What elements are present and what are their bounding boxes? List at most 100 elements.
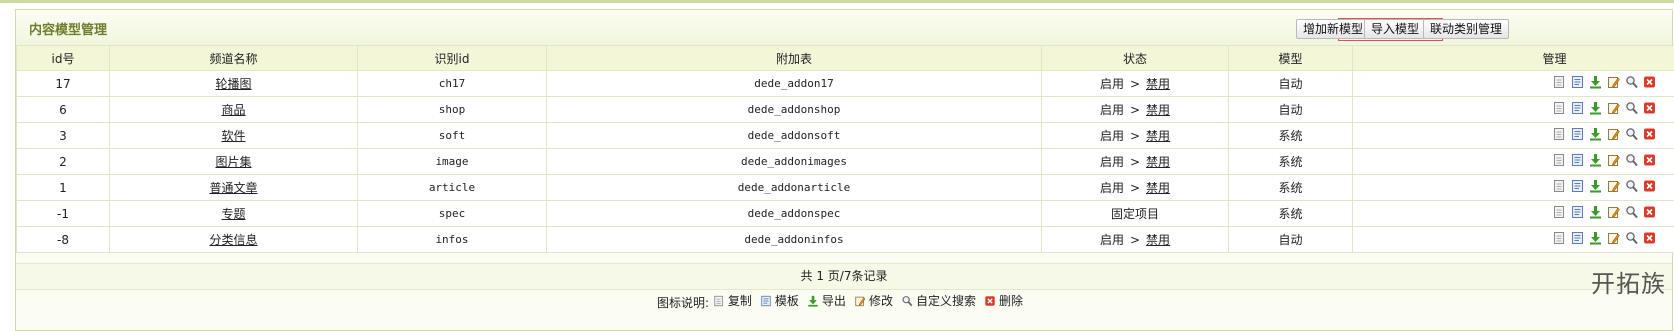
delete-icon[interactable]	[1643, 75, 1656, 89]
template-icon[interactable]	[1571, 75, 1584, 89]
icon-legend: 图标说明: 复制模板导出修改自定义搜索删除	[16, 291, 1672, 311]
export-icon[interactable]	[1589, 101, 1602, 115]
delete-icon[interactable]	[1643, 231, 1656, 245]
template-icon[interactable]	[1571, 205, 1584, 219]
cell-manage	[1353, 175, 1674, 201]
row-actions	[1553, 127, 1656, 141]
row-actions	[1553, 75, 1656, 89]
search-icon[interactable]	[1625, 153, 1638, 167]
copy-icon[interactable]	[1553, 153, 1566, 167]
cell-name: 商品	[110, 97, 358, 123]
edit-icon[interactable]	[1607, 231, 1620, 245]
search-icon	[901, 295, 916, 307]
edit-icon[interactable]	[1607, 75, 1620, 89]
column-header-id: id号	[17, 46, 110, 71]
template-icon[interactable]	[1571, 179, 1584, 193]
cell-model: 系统	[1229, 149, 1353, 175]
search-icon[interactable]	[1625, 101, 1638, 115]
export-icon[interactable]	[1589, 231, 1602, 245]
search-icon[interactable]	[1625, 205, 1638, 219]
export-icon[interactable]	[1589, 205, 1602, 219]
add-model-button[interactable]: 增加新模型	[1296, 19, 1370, 39]
table-row: -1专题specdede_addonspec固定项目系统	[17, 201, 1674, 227]
disable-link[interactable]: 禁用	[1146, 233, 1170, 247]
export-icon[interactable]	[1589, 75, 1602, 89]
status-enabled: 启用	[1100, 155, 1124, 169]
edit-icon[interactable]	[1607, 205, 1620, 219]
search-icon[interactable]	[1625, 75, 1638, 89]
legend-label: 模板	[775, 291, 799, 311]
disable-link[interactable]: 禁用	[1146, 77, 1170, 91]
legend-item: 修改	[854, 291, 893, 311]
cell-name: 图片集	[110, 149, 358, 175]
edit-icon[interactable]	[1607, 127, 1620, 141]
channel-name-link[interactable]: 轮播图	[215, 77, 251, 91]
panel-header: 内容模型管理 增加新模型 导入模型 联动类别管理	[16, 10, 1672, 46]
edit-icon[interactable]	[1607, 179, 1620, 193]
cell-model: 自动	[1229, 71, 1353, 97]
delete-icon[interactable]	[1643, 127, 1656, 141]
edit-icon[interactable]	[1607, 101, 1620, 115]
disable-link[interactable]: 禁用	[1146, 181, 1170, 195]
cell-manage	[1353, 149, 1674, 175]
legend-item: 自定义搜索	[901, 291, 976, 311]
cell-model: 自动	[1229, 97, 1353, 123]
table-header-row: id号 频道名称 识别id 附加表 状态 模型 管理	[17, 46, 1674, 71]
import-model-button[interactable]: 导入模型	[1364, 19, 1426, 39]
export-icon[interactable]	[1589, 179, 1602, 193]
template-icon[interactable]	[1571, 231, 1584, 245]
cell-id: -8	[17, 227, 110, 253]
template-icon[interactable]	[1571, 101, 1584, 115]
search-icon[interactable]	[1625, 231, 1638, 245]
status-enabled: 启用	[1100, 103, 1124, 117]
search-icon[interactable]	[1625, 179, 1638, 193]
edit-icon[interactable]	[1607, 153, 1620, 167]
channel-name-link[interactable]: 图片集	[215, 155, 251, 169]
delete-icon[interactable]	[1643, 153, 1656, 167]
status-enabled: 启用	[1100, 233, 1124, 247]
channel-name-link[interactable]: 普通文章	[209, 181, 257, 195]
cell-status: 启用>禁用	[1042, 97, 1229, 123]
legend-item: 删除	[984, 291, 1023, 311]
copy-icon[interactable]	[1553, 75, 1566, 89]
export-icon[interactable]	[1589, 127, 1602, 141]
cell-model: 系统	[1229, 201, 1353, 227]
search-icon[interactable]	[1625, 127, 1638, 141]
delete-icon[interactable]	[1643, 205, 1656, 219]
delete-icon[interactable]	[1643, 179, 1656, 193]
channel-name-link[interactable]: 分类信息	[209, 233, 257, 247]
export-icon[interactable]	[1589, 153, 1602, 167]
disable-link[interactable]: 禁用	[1146, 129, 1170, 143]
template-icon[interactable]	[1571, 153, 1584, 167]
copy-icon[interactable]	[1553, 231, 1566, 245]
copy-icon[interactable]	[1553, 205, 1566, 219]
link-category-button[interactable]: 联动类别管理	[1423, 19, 1509, 39]
cell-addtable: dede_addoninfos	[547, 227, 1042, 253]
copy-icon[interactable]	[1553, 101, 1566, 115]
row-actions	[1553, 179, 1656, 193]
disable-link[interactable]: 禁用	[1146, 103, 1170, 117]
template-icon[interactable]	[1571, 127, 1584, 141]
cell-status: 启用>禁用	[1042, 71, 1229, 97]
disable-link[interactable]: 禁用	[1146, 155, 1170, 169]
status-enabled: 启用	[1100, 129, 1124, 143]
legend-label: 自定义搜索	[916, 291, 976, 311]
cell-id: -1	[17, 201, 110, 227]
copy-icon[interactable]	[1553, 127, 1566, 141]
cell-id: 17	[17, 71, 110, 97]
edit-icon	[854, 295, 869, 307]
table-row: 3软件softdede_addonsoft启用>禁用系统	[17, 123, 1674, 149]
watermark-text: 开拓族	[1591, 264, 1666, 299]
delete-icon[interactable]	[1643, 101, 1656, 115]
cell-manage	[1353, 123, 1674, 149]
cell-status: 启用>禁用	[1042, 123, 1229, 149]
copy-icon[interactable]	[1553, 179, 1566, 193]
channel-name-link[interactable]: 专题	[221, 207, 245, 221]
cell-id: 1	[17, 175, 110, 201]
row-actions	[1553, 101, 1656, 115]
cell-model: 自动	[1229, 227, 1353, 253]
legend-prefix: 图标说明:	[657, 296, 709, 310]
channel-name-link[interactable]: 软件	[221, 129, 245, 143]
channel-name-link[interactable]: 商品	[221, 103, 245, 117]
legend-label: 修改	[869, 291, 893, 311]
